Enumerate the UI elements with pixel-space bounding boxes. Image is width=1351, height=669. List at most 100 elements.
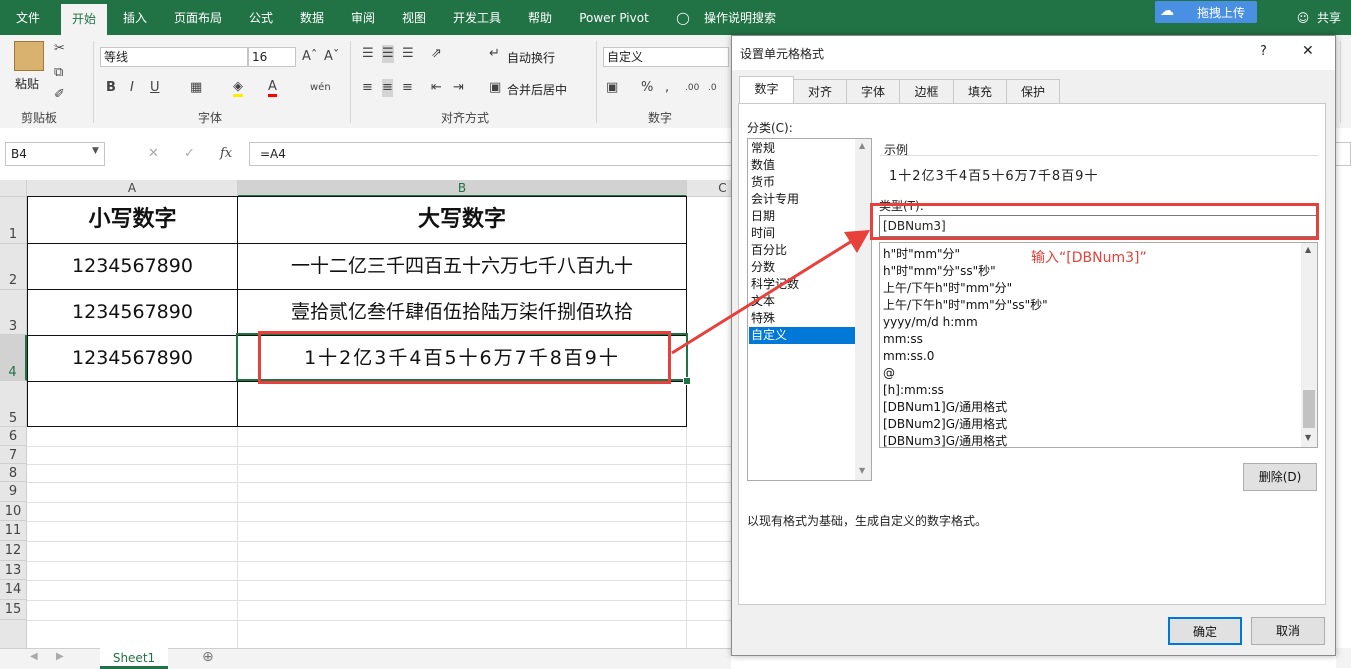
type-list-item[interactable]: [DBNum1]G/通用格式 bbox=[883, 399, 1007, 416]
phonetic-icon[interactable]: wén bbox=[310, 79, 331, 97]
align-top-icon[interactable]: ☰ bbox=[362, 45, 374, 63]
font-name-select[interactable]: 等线 bbox=[100, 47, 248, 67]
insert-function-icon[interactable]: fx bbox=[220, 145, 232, 163]
row-header-4[interactable]: 4 bbox=[0, 335, 27, 381]
ok-button[interactable]: 确定 bbox=[1168, 617, 1242, 645]
cut-icon[interactable]: ✂ bbox=[54, 40, 65, 58]
column-header-a[interactable]: A bbox=[27, 180, 238, 197]
type-list-item[interactable]: yyyy/m/d h:mm bbox=[883, 314, 978, 331]
cell-b1[interactable]: 大写数字 bbox=[238, 197, 686, 243]
chevron-down-icon[interactable]: ▼ bbox=[92, 146, 99, 156]
category-item[interactable]: 数值 bbox=[751, 157, 775, 174]
cancel-icon[interactable]: ✕ bbox=[148, 145, 159, 163]
type-list-item[interactable]: h"时"mm"分" bbox=[883, 246, 960, 263]
dialog-tab-protection[interactable]: 保护 bbox=[1006, 79, 1060, 103]
tab-help[interactable]: 帮助 bbox=[518, 0, 562, 35]
tab-formulas[interactable]: 公式 bbox=[239, 0, 283, 35]
font-size-select[interactable]: 16 bbox=[248, 47, 296, 67]
tab-insert[interactable]: 插入 bbox=[113, 0, 157, 35]
cell-a3[interactable]: 1234567890 bbox=[28, 290, 237, 335]
type-list-item[interactable]: h"时"mm"分"ss"秒" bbox=[883, 263, 996, 280]
row-header-1[interactable]: 1 bbox=[0, 197, 27, 244]
orientation-icon[interactable]: ⇗ bbox=[431, 45, 442, 63]
format-painter-icon[interactable]: ✐ bbox=[54, 86, 65, 104]
scroll-down-icon[interactable]: ▼ bbox=[859, 466, 865, 475]
next-sheet-icon[interactable]: ▶ bbox=[56, 651, 64, 662]
row-header-13[interactable]: 13 bbox=[0, 561, 27, 580]
column-header-b[interactable]: B bbox=[238, 180, 687, 197]
delete-button[interactable]: 删除(D) bbox=[1243, 463, 1317, 491]
tab-home[interactable]: 开始 bbox=[61, 4, 107, 35]
type-list-item[interactable]: @ bbox=[883, 365, 895, 382]
comma-style-icon[interactable]: , bbox=[665, 79, 669, 97]
category-item[interactable]: 货币 bbox=[751, 174, 775, 191]
italic-icon[interactable]: I bbox=[130, 79, 134, 97]
row-header-5[interactable]: 5 bbox=[0, 381, 27, 427]
type-list-item[interactable]: mm:ss bbox=[883, 331, 923, 348]
tab-power-pivot[interactable]: Power Pivot bbox=[572, 0, 656, 35]
dialog-tab-font[interactable]: 字体 bbox=[846, 79, 900, 103]
align-middle-icon[interactable]: ☰ bbox=[382, 45, 394, 63]
tab-developer[interactable]: 开发工具 bbox=[444, 0, 510, 35]
row-header-9[interactable]: 9 bbox=[0, 482, 27, 502]
name-box[interactable]: B4 ▼ bbox=[5, 142, 105, 166]
type-list[interactable]: h"时"mm"分" h"时"mm"分"ss"秒" 上午/下午h"时"mm"分" … bbox=[879, 242, 1318, 448]
type-list-scrollbar[interactable]: ▲ ▼ bbox=[1301, 243, 1317, 447]
dialog-tab-alignment[interactable]: 对齐 bbox=[793, 79, 847, 103]
type-list-item[interactable]: mm:ss.0 bbox=[883, 348, 934, 365]
close-button[interactable]: ✕ bbox=[1302, 43, 1314, 59]
cell-b2[interactable]: 一十二亿三千四百五十六万七千八百九十 bbox=[238, 244, 686, 289]
align-left-icon[interactable]: ≡ bbox=[362, 79, 373, 97]
decrease-indent-icon[interactable]: ⇤ bbox=[431, 79, 442, 97]
increase-indent-icon[interactable]: ⇥ bbox=[453, 79, 464, 97]
percent-icon[interactable]: % bbox=[641, 79, 653, 97]
row-header-10[interactable]: 10 bbox=[0, 502, 27, 521]
bold-icon[interactable]: B bbox=[106, 79, 116, 97]
wrap-text-button[interactable]: 自动换行 bbox=[507, 49, 555, 66]
dialog-tab-fill[interactable]: 填充 bbox=[953, 79, 1007, 103]
tab-page-layout[interactable]: 页面布局 bbox=[165, 0, 231, 35]
accounting-format-icon[interactable]: ▣ bbox=[606, 79, 618, 97]
cell-a4[interactable]: 1234567890 bbox=[28, 336, 237, 381]
row-header-11[interactable]: 11 bbox=[0, 521, 27, 541]
cell-a2[interactable]: 1234567890 bbox=[28, 244, 237, 289]
align-center-icon[interactable]: ≡ bbox=[382, 79, 393, 97]
increase-decimal-icon[interactable]: .00 bbox=[685, 79, 699, 97]
dialog-tab-border[interactable]: 边框 bbox=[899, 79, 954, 103]
row-header-7[interactable]: 7 bbox=[0, 446, 27, 464]
row-header-15[interactable]: 15 bbox=[0, 600, 27, 620]
fill-color-icon[interactable]: ◈ bbox=[233, 79, 243, 97]
category-item[interactable]: 常规 bbox=[751, 140, 775, 157]
row-header-14[interactable]: 14 bbox=[0, 580, 27, 600]
cell-b3[interactable]: 壹拾贰亿叁仟肆佰伍拾陆万柒仟捌佰玖拾 bbox=[238, 290, 686, 335]
cell-a1[interactable]: 小写数字 bbox=[28, 197, 237, 243]
align-bottom-icon[interactable]: ☰ bbox=[402, 45, 414, 63]
type-list-item[interactable]: 上午/下午h"时"mm"分"ss"秒" bbox=[883, 297, 1048, 314]
row-header-8[interactable]: 8 bbox=[0, 464, 27, 482]
copy-icon[interactable]: ⧉ bbox=[54, 64, 63, 82]
scroll-thumb[interactable] bbox=[1303, 390, 1315, 428]
scroll-up-icon[interactable]: ▲ bbox=[1305, 245, 1311, 254]
paste-icon[interactable] bbox=[14, 41, 44, 71]
row-header-3[interactable]: 3 bbox=[0, 290, 27, 335]
sheet-tab-sheet1[interactable]: Sheet1 bbox=[100, 648, 168, 669]
row-header-6[interactable]: 6 bbox=[0, 427, 27, 446]
align-right-icon[interactable]: ≡ bbox=[402, 79, 413, 97]
paste-button[interactable]: 粘贴 bbox=[15, 75, 39, 92]
increase-font-icon[interactable]: Aˆ bbox=[302, 48, 317, 66]
type-list-item[interactable]: [h]:mm:ss bbox=[883, 382, 944, 399]
merge-center-button[interactable]: 合并后居中 bbox=[507, 81, 567, 98]
cancel-button[interactable]: 取消 bbox=[1251, 617, 1325, 645]
upload-button[interactable]: ☁ 拖拽上传 bbox=[1155, 1, 1257, 23]
share-button[interactable]: 共享 bbox=[1312, 0, 1346, 35]
tab-view[interactable]: 视图 bbox=[392, 0, 436, 35]
add-sheet-icon[interactable]: ⊕ bbox=[202, 649, 214, 665]
underline-icon[interactable]: U bbox=[150, 79, 160, 97]
scroll-down-icon[interactable]: ▼ bbox=[1305, 433, 1311, 442]
decrease-font-icon[interactable]: Aˇ bbox=[324, 48, 339, 66]
help-button[interactable]: ? bbox=[1260, 44, 1267, 59]
select-all-corner[interactable] bbox=[0, 180, 27, 197]
decrease-decimal-icon[interactable]: .0 bbox=[708, 79, 717, 97]
tab-data[interactable]: 数据 bbox=[290, 0, 334, 35]
row-header-12[interactable]: 12 bbox=[0, 541, 27, 561]
